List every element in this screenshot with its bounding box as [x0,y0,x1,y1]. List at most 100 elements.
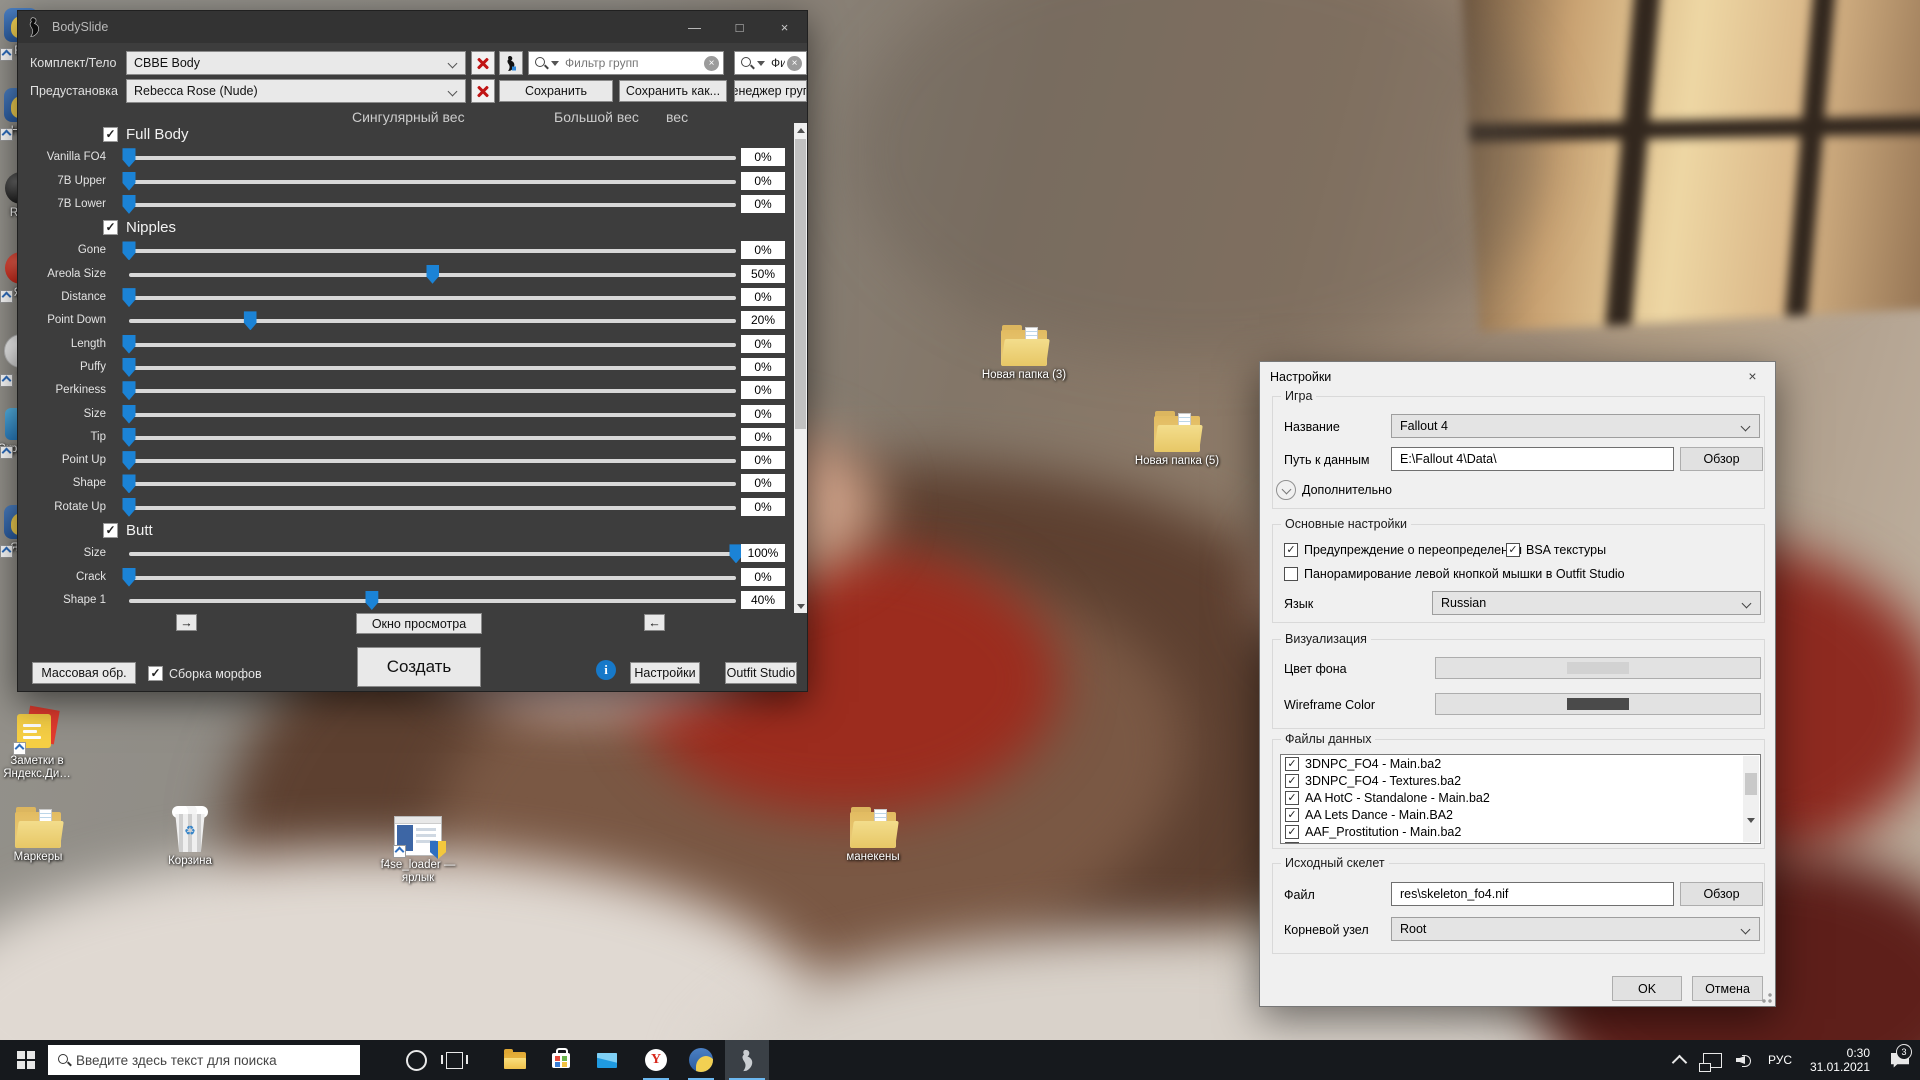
desktop-icon-markers[interactable]: Маркеры [0,812,86,864]
item-checkbox[interactable]: ✓ [1285,791,1299,805]
slider-value[interactable]: 0% [741,381,785,399]
slider-track[interactable] [129,333,736,356]
outfit-filter-search[interactable]: × [734,51,807,75]
desktop-icon-new-folder-5[interactable]: Новая папка (5) [1129,416,1225,468]
skeleton-file-input[interactable] [1398,886,1667,902]
slider-value[interactable]: 0% [741,172,785,190]
scroll-up-icon[interactable] [797,128,805,133]
item-checkbox[interactable]: ✓ [1285,757,1299,771]
wireframe-color-button[interactable] [1435,693,1761,715]
override-warning-checkbox-row[interactable]: ✓ Предупреждение о переопределении [1284,543,1522,557]
slider-track[interactable] [129,286,736,309]
bodyslide-taskbar-button[interactable] [725,1040,769,1080]
settings-button[interactable]: Настройки [630,662,700,684]
slider-track[interactable] [129,309,736,332]
slider-value[interactable]: 0% [741,405,785,423]
slider-value[interactable]: 0% [741,428,785,446]
data-path-field[interactable] [1391,447,1674,471]
ms-store-button[interactable] [539,1040,583,1080]
left-pan-checkbox-row[interactable]: Панорамирование левой кнопкой мышки в Ou… [1284,567,1625,581]
slider-value[interactable]: 0% [741,288,785,306]
group-filter-input[interactable] [563,55,704,71]
list-item[interactable]: ✓ AAF_Prostitution - Main.ba2 [1281,823,1760,840]
group-checkbox[interactable]: ✓ [103,220,118,235]
slider-value[interactable]: 0% [741,451,785,469]
left-pan-checkbox[interactable] [1284,567,1298,581]
slider-track[interactable] [129,403,736,426]
mail-button[interactable] [585,1040,629,1080]
batch-build-button[interactable]: Массовая обр. [32,662,136,684]
outfit-studio-button[interactable]: Outfit Studio [725,662,797,684]
slider-track[interactable] [129,193,736,216]
slider-thumb[interactable] [123,405,136,424]
group-checkbox[interactable]: ✓ [103,127,118,142]
file-explorer-button[interactable] [493,1040,537,1080]
taskbar-search[interactable] [48,1045,360,1075]
chevron-down-icon[interactable] [1276,480,1296,500]
group-checkbox[interactable]: ✓ [103,523,118,538]
slider-value[interactable]: 40% [741,591,785,609]
scroll-down-icon[interactable] [1747,818,1755,840]
slider-value[interactable]: 0% [741,498,785,516]
language-combo[interactable]: Russian [1432,591,1761,615]
slider-thumb[interactable] [365,591,378,610]
slider-value[interactable]: 0% [741,335,785,353]
game-name-combo[interactable]: Fallout 4 [1391,414,1760,438]
build-button[interactable]: Создать [357,647,481,687]
slider-value[interactable]: 0% [741,358,785,376]
build-morphs-checkbox[interactable]: ✓ [148,666,163,681]
item-checkbox[interactable]: ✓ [1285,774,1299,788]
network-tray-button[interactable] [1696,1053,1728,1068]
search-options-caret-icon[interactable] [757,61,765,66]
desktop-icon-recycle-bin[interactable]: ♻ Корзина [142,808,238,868]
info-icon[interactable]: i [596,660,616,680]
group-manager-button[interactable]: енеджер груп [734,80,807,102]
slider-track[interactable] [129,426,736,449]
scroll-down-icon[interactable] [797,604,805,609]
save-button[interactable]: Сохранить [499,80,613,102]
slider-thumb[interactable] [123,428,136,447]
slider-thumb[interactable] [123,451,136,470]
slider-thumb[interactable] [123,241,136,260]
slider-thumb[interactable] [123,148,136,167]
slider-thumb[interactable] [123,172,136,191]
close-icon[interactable]: × [762,11,807,43]
slider-thumb[interactable] [123,498,136,517]
list-item[interactable]: ✓ 3DNPC_FO4 - Main.ba2 [1281,755,1760,772]
slider-track[interactable] [129,146,736,169]
vault-app-button[interactable] [679,1040,723,1080]
outfit-combo[interactable]: CBBE Body [126,51,466,75]
preview-button[interactable]: Окно просмотра [356,613,482,634]
clock[interactable]: 0:30 31.01.2021 [1800,1046,1870,1074]
yandex-browser-button[interactable]: Y [634,1040,678,1080]
preset-combo[interactable]: Rebecca Rose (Nude) [126,79,466,103]
notification-center-button[interactable]: 3 [1880,1053,1920,1068]
slider-value[interactable]: 50% [741,265,785,283]
resize-grip[interactable] [1762,993,1772,1003]
slider-value[interactable]: 0% [741,148,785,166]
outfit-filter-input[interactable] [769,55,787,71]
data-files-list[interactable]: ✓ 3DNPC_FO4 - Main.ba2 ✓ 3DNPC_FO4 - Tex… [1280,754,1761,844]
search-options-caret-icon[interactable] [551,61,559,66]
taskbar-search-input[interactable] [74,1052,352,1069]
browse-skeleton-button[interactable]: Обзор [1680,882,1763,906]
slider-value[interactable]: 0% [741,568,785,586]
slider-value[interactable]: 0% [741,474,785,492]
minimize-icon[interactable]: — [672,11,717,43]
group-filter-search[interactable]: × [528,51,724,75]
slider-track[interactable] [129,566,736,589]
slider-thumb[interactable] [123,381,136,400]
scrollbar-thumb[interactable] [1745,773,1757,795]
item-checkbox[interactable]: ✓ [1285,825,1299,839]
list-item[interactable]: ✓ AA Lets Dance - Main.BA2 [1281,806,1760,823]
slider-thumb[interactable] [244,311,257,330]
browse-data-button[interactable]: Обзор [1680,447,1763,471]
item-checkbox[interactable]: ✓ [1285,808,1299,822]
start-button[interactable] [4,1040,48,1080]
slider-thumb[interactable] [123,568,136,587]
settings-dialog-titlebar[interactable]: Настройки [1260,362,1775,393]
bsa-textures-checkbox[interactable]: ✓ [1506,543,1520,557]
desktop-icon-notes[interactable]: Заметки в Яндекс.Ди… [0,708,85,781]
task-view-button[interactable] [432,1040,476,1080]
slider-thumb[interactable] [123,358,136,377]
